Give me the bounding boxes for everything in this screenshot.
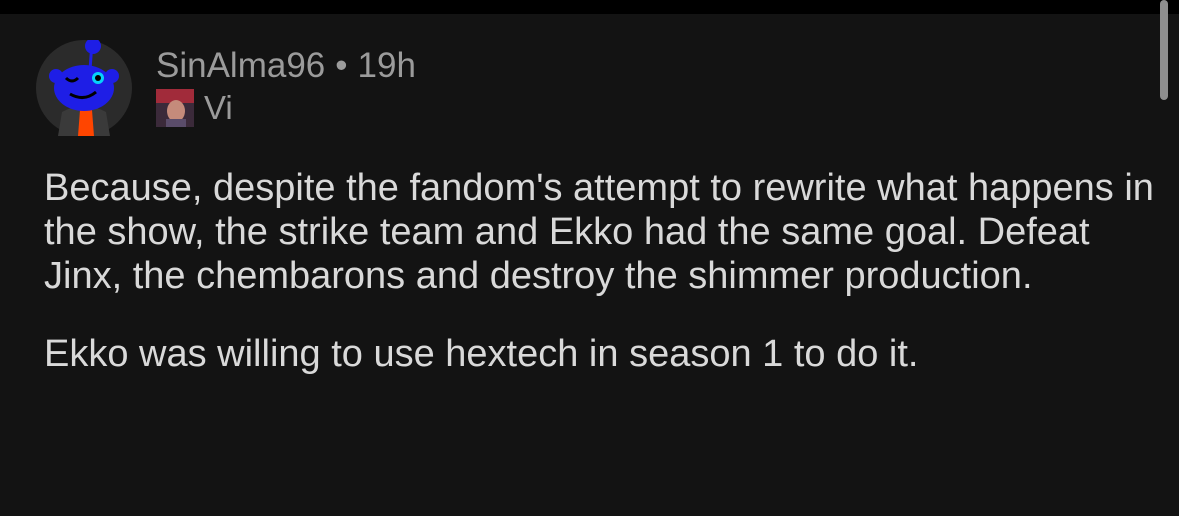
comment-paragraph: Because, despite the fandom's attempt to… — [44, 167, 1154, 297]
comment-body: Because, despite the fandom's attempt to… — [44, 166, 1154, 376]
meta-separator: • — [335, 46, 348, 85]
top-edge — [0, 0, 1179, 14]
comment-author-line: SinAlma96 • 19h — [156, 46, 416, 86]
comment-paragraph: Ekko was willing to use hextech in seaso… — [44, 333, 919, 375]
vi-flair-icon — [156, 89, 194, 127]
flair-text: Vi — [204, 89, 233, 126]
comment-screen: SinAlma96 • 19h Vi Because, despite the fa… — [0, 0, 1179, 516]
user-flair: Vi — [156, 88, 233, 128]
comment-timestamp: 19h — [357, 46, 416, 85]
scrollbar-thumb[interactable] — [1160, 0, 1168, 100]
username-link[interactable]: SinAlma96 — [156, 46, 325, 85]
user-avatar-icon[interactable] — [36, 38, 132, 136]
